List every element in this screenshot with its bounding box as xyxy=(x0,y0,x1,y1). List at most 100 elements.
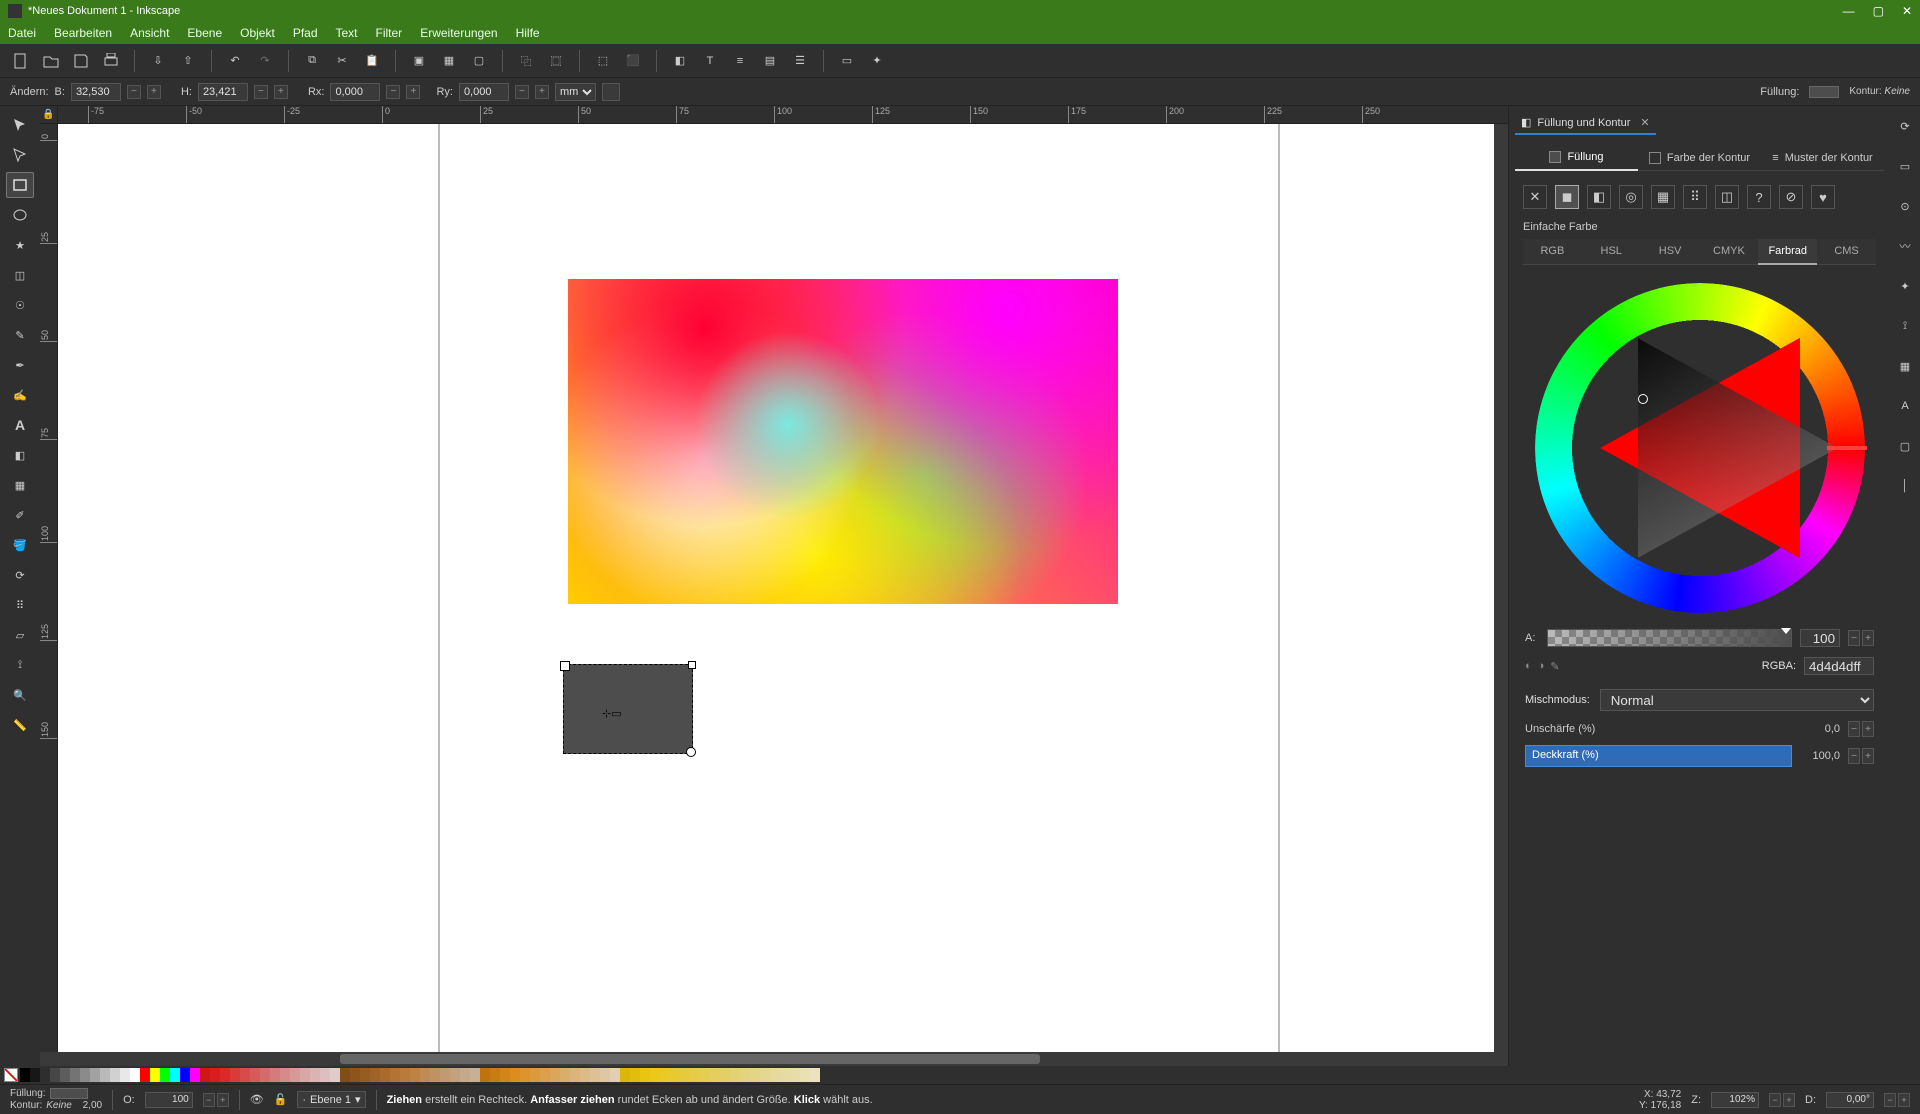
fill-swatch[interactable] xyxy=(1809,86,1839,98)
eyedropper-icon[interactable]: ✎ xyxy=(1550,660,1559,673)
ungroup-icon[interactable]: ⬛ xyxy=(622,50,644,72)
import-icon[interactable]: ⇩ xyxy=(147,50,169,72)
menu-ebene[interactable]: Ebene xyxy=(187,26,222,40)
snap-text-icon[interactable]: A xyxy=(1895,396,1915,416)
color-palette[interactable]: /*swatches generated below*/ xyxy=(0,1066,1920,1084)
bezier-tool-icon[interactable]: ✒ xyxy=(6,352,34,378)
blur-decrement[interactable]: − xyxy=(1848,721,1860,737)
height-increment[interactable]: + xyxy=(274,85,288,99)
corner-reset-icon[interactable] xyxy=(602,83,620,101)
no-paint-icon[interactable]: ✕ xyxy=(1523,185,1547,209)
snap-node-icon[interactable]: ⊙ xyxy=(1895,196,1915,216)
clone-icon[interactable]: ⿴ xyxy=(545,50,567,72)
out-of-gamut-icon[interactable]: ◑ xyxy=(1538,660,1545,673)
menu-hilfe[interactable]: Hilfe xyxy=(516,26,540,40)
status-opacity-dec[interactable]: − xyxy=(203,1093,215,1107)
layer-lock-icon[interactable]: 🔓 xyxy=(274,1093,288,1106)
snap-guide-icon[interactable]: │ xyxy=(1895,476,1915,496)
save-icon[interactable] xyxy=(70,50,92,72)
sv-marker[interactable] xyxy=(1638,394,1648,404)
cube-tool-icon[interactable]: ◫ xyxy=(6,262,34,288)
snap-grid-icon[interactable]: ▦ xyxy=(1895,356,1915,376)
snap-center-icon[interactable]: ✦ xyxy=(1895,276,1915,296)
text-tool-icon[interactable]: A xyxy=(6,412,34,438)
text-dialog-icon[interactable]: T xyxy=(699,50,721,72)
colortab-hsl[interactable]: HSL xyxy=(1582,239,1641,265)
spray-tool-icon[interactable]: ⠿ xyxy=(6,592,34,618)
selected-rectangle-object[interactable]: ⊹▭ xyxy=(563,664,693,754)
color-managed-icon[interactable]: ◐ xyxy=(1525,660,1532,673)
mesh-gradient-icon[interactable]: ⠿ xyxy=(1683,185,1707,209)
snap-page-icon[interactable]: ▢ xyxy=(1895,436,1915,456)
menu-bearbeiten[interactable]: Bearbeiten xyxy=(54,26,112,40)
height-input[interactable] xyxy=(198,83,248,101)
width-input[interactable] xyxy=(71,83,121,101)
colortab-wheel[interactable]: Farbrad xyxy=(1758,239,1817,265)
align-dialog-icon[interactable]: ☰ xyxy=(789,50,811,72)
flat-color-icon[interactable]: ◼ xyxy=(1555,185,1579,209)
blend-select[interactable]: Normal xyxy=(1600,689,1874,711)
hue-marker[interactable] xyxy=(1827,446,1867,450)
alpha-decrement[interactable]: − xyxy=(1848,630,1860,646)
radial-gradient-icon[interactable]: ◎ xyxy=(1619,185,1643,209)
vertical-scrollbar[interactable] xyxy=(1494,124,1508,1052)
colortab-hsv[interactable]: HSV xyxy=(1641,239,1700,265)
undo-icon[interactable]: ↶ xyxy=(224,50,246,72)
rx-increment[interactable]: + xyxy=(406,85,420,99)
ry-input[interactable] xyxy=(459,83,509,101)
unknown-paint-icon[interactable]: ? xyxy=(1747,185,1771,209)
mesh-tool-icon[interactable]: ▦ xyxy=(6,472,34,498)
alpha-input[interactable] xyxy=(1800,629,1840,647)
status-fill-swatch[interactable] xyxy=(50,1088,88,1099)
blur-increment[interactable]: + xyxy=(1862,721,1874,737)
rotation-inc[interactable]: + xyxy=(1898,1093,1910,1107)
fill-stroke-indicator[interactable]: Füllung: Kontur:Keine 2,00 xyxy=(10,1088,102,1112)
canvas[interactable]: ⊹▭ xyxy=(58,124,1494,1052)
colortab-rgb[interactable]: RGB xyxy=(1523,239,1582,265)
spiral-tool-icon[interactable]: ☉ xyxy=(6,292,34,318)
gradient-rectangle-object[interactable] xyxy=(568,279,1118,604)
tab-stroke-paint[interactable]: Farbe der Kontur xyxy=(1638,145,1761,171)
menu-objekt[interactable]: Objekt xyxy=(240,26,275,40)
ellipse-tool-icon[interactable] xyxy=(6,202,34,228)
zoom-out[interactable]: − xyxy=(1769,1093,1781,1107)
gradient-tool-icon[interactable]: ◧ xyxy=(6,442,34,468)
menu-erweiterungen[interactable]: Erweiterungen xyxy=(420,26,497,40)
xml-editor-icon[interactable]: ▤ xyxy=(759,50,781,72)
status-opacity-inc[interactable]: + xyxy=(217,1093,229,1107)
layers-icon[interactable]: ≡ xyxy=(729,50,751,72)
copy-icon[interactable]: ⧉ xyxy=(301,50,323,72)
opacity-slider[interactable]: Deckkraft (%) xyxy=(1525,745,1792,767)
dropper-tool-icon[interactable]: ✐ xyxy=(6,502,34,528)
unset-paint-icon[interactable]: ⊘ xyxy=(1779,185,1803,209)
group-icon[interactable]: ⬚ xyxy=(592,50,614,72)
width-decrement[interactable]: − xyxy=(127,85,141,99)
snap-path-icon[interactable]: 〰 xyxy=(1895,236,1915,256)
units-select[interactable]: mm xyxy=(555,83,596,101)
rectangle-tool-icon[interactable] xyxy=(6,172,34,198)
connector-tool-icon[interactable]: ⟟ xyxy=(6,652,34,678)
redo-icon[interactable]: ↷ xyxy=(254,50,276,72)
height-decrement[interactable]: − xyxy=(254,85,268,99)
menu-pfad[interactable]: Pfad xyxy=(293,26,318,40)
close-icon[interactable]: ✕ xyxy=(1640,116,1649,129)
zoom-drawing-icon[interactable]: ▦ xyxy=(438,50,460,72)
paste-icon[interactable]: 📋 xyxy=(361,50,383,72)
vertical-ruler[interactable]: 0 25 50 75 100 125 150 xyxy=(40,124,58,1052)
export-icon[interactable]: ⇧ xyxy=(177,50,199,72)
calligraphy-tool-icon[interactable]: ✍ xyxy=(6,382,34,408)
node-tool-icon[interactable] xyxy=(6,142,34,168)
swatch-icon[interactable]: ◫ xyxy=(1715,185,1739,209)
zoom-page-icon[interactable]: ▢ xyxy=(468,50,490,72)
layer-selector[interactable]: · Ebene 1 ▾ xyxy=(297,1091,365,1108)
colortab-cms[interactable]: CMS xyxy=(1817,239,1876,265)
measure-tool-icon[interactable]: 📏 xyxy=(6,712,34,738)
preferences-icon[interactable]: ✦ xyxy=(866,50,888,72)
duplicate-icon[interactable]: ⿻ xyxy=(515,50,537,72)
maximize-button[interactable]: ▢ xyxy=(1873,4,1884,18)
tab-fill[interactable]: Füllung xyxy=(1515,145,1638,171)
document-properties-icon[interactable]: ▭ xyxy=(836,50,858,72)
menu-datei[interactable]: Datei xyxy=(8,26,36,40)
opacity-decrement[interactable]: − xyxy=(1848,748,1860,764)
horizontal-scrollbar[interactable] xyxy=(40,1052,1508,1066)
